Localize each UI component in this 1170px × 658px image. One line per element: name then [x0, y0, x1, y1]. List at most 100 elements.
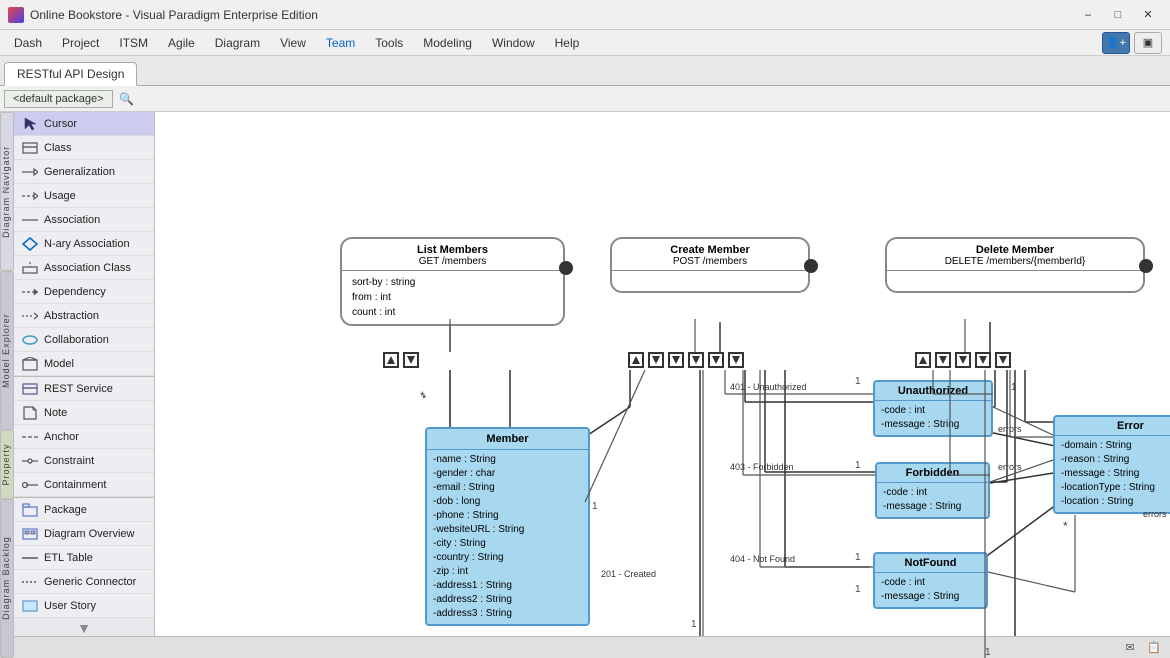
list-members-param-3: count : int: [352, 305, 553, 320]
sidebar-item-usage[interactable]: Usage: [14, 184, 154, 208]
abstraction-icon: [20, 308, 40, 324]
tab-restful-api-design[interactable]: RESTful API Design: [4, 62, 137, 86]
sidebar-section-diagram-backlog[interactable]: Diagram Backlog: [0, 499, 14, 658]
sidebar-section-model-explorer[interactable]: Model Explorer: [0, 271, 14, 430]
port-arrow-down-1: [403, 352, 419, 368]
svg-text:1: 1: [855, 584, 861, 595]
sidebar-item-anchor[interactable]: Anchor: [14, 425, 154, 449]
anchor-icon: [20, 429, 40, 445]
rest-box-delete-member[interactable]: Delete Member DELETE /members/{memberId}: [885, 237, 1145, 293]
svg-text:errors: errors: [998, 462, 1022, 472]
sidebar-item-generalization[interactable]: Generalization: [14, 160, 154, 184]
class-unauthorized[interactable]: Unauthorized -code : int -message : Stri…: [873, 380, 993, 437]
layout-icon-button[interactable]: ▣: [1134, 32, 1162, 54]
notification-icon[interactable]: 📋: [1146, 640, 1162, 656]
list-members-param-2: from : int: [352, 290, 553, 305]
user-icon-button[interactable]: 👤+: [1102, 32, 1130, 54]
mail-icon[interactable]: ✉: [1122, 640, 1138, 656]
svg-text:errors: errors: [998, 424, 1022, 434]
toolbar: <default package> 🔍: [0, 86, 1170, 112]
svg-text:*: *: [422, 393, 427, 405]
constraint-icon: [20, 453, 40, 469]
sidebar-item-etl-table[interactable]: ETL Table: [14, 546, 154, 570]
delete-member-ports: [915, 352, 1011, 368]
menu-diagram[interactable]: Diagram: [205, 33, 270, 53]
n-ary-icon: [20, 236, 40, 252]
sidebar-item-class[interactable]: Class: [14, 136, 154, 160]
sidebar-item-cursor[interactable]: Cursor: [14, 112, 154, 136]
sidebar-item-generic-connector[interactable]: Generic Connector: [14, 570, 154, 594]
rest-service-icon: [20, 381, 40, 397]
svg-connector-overlay: *: [155, 112, 1155, 658]
class-icon: [20, 140, 40, 156]
menu-window[interactable]: Window: [482, 33, 545, 53]
port-arrow-up-2: [628, 352, 644, 368]
sidebar-item-note[interactable]: Note: [14, 401, 154, 425]
association-icon: [20, 212, 40, 228]
diagram-connectors: * 1 1 401 - Unauthorized 1 403 - Forbidd…: [155, 112, 1170, 658]
sidebar-section-diagram-navigator[interactable]: Diagram Navigator: [0, 112, 14, 271]
sidebar-item-abstraction[interactable]: Abstraction: [14, 304, 154, 328]
port-arrow-3d: [975, 352, 991, 368]
sidebar-item-association[interactable]: Association: [14, 208, 154, 232]
canvas-inner: * List Members GET /members sort-by : st…: [155, 112, 1155, 658]
class-error[interactable]: Error -domain : String -reason : String …: [1053, 415, 1170, 514]
menu-modeling[interactable]: Modeling: [413, 33, 482, 53]
sidebar-item-user-story[interactable]: User Story: [14, 594, 154, 618]
port-arrow-3c: [955, 352, 971, 368]
window-title: Online Bookstore - Visual Paradigm Enter…: [30, 8, 1074, 22]
sidebar-item-constraint[interactable]: Constraint: [14, 449, 154, 473]
close-button[interactable]: ✕: [1134, 5, 1162, 25]
sidebar-section-property[interactable]: Property: [0, 430, 14, 500]
menu-help[interactable]: Help: [545, 33, 590, 53]
class-notfound[interactable]: NotFound -code : int -message : String: [873, 552, 988, 609]
sidebar-item-n-ary-association[interactable]: N-ary Association: [14, 232, 154, 256]
port-arrow-2d: [688, 352, 704, 368]
svg-text:*: *: [1063, 519, 1068, 533]
svg-text:403 - Forbidden: 403 - Forbidden: [730, 462, 794, 472]
menu-agile[interactable]: Agile: [158, 33, 205, 53]
menu-dash[interactable]: Dash: [4, 33, 52, 53]
port-arrow-up-3: [915, 352, 931, 368]
sidebar-item-diagram-overview[interactable]: Diagram Overview: [14, 522, 154, 546]
svg-text:1: 1: [691, 619, 697, 630]
sidebar-item-rest-service[interactable]: REST Service: [14, 377, 154, 401]
port-arrow-3e: [995, 352, 1011, 368]
class-member[interactable]: Member -name : String -gender : char -em…: [425, 427, 590, 626]
tab-bar: RESTful API Design: [0, 56, 1170, 86]
note-icon: [20, 405, 40, 421]
menu-itsm[interactable]: ITSM: [109, 33, 158, 53]
svg-text:1: 1: [1011, 382, 1017, 393]
sidebar-item-model[interactable]: Model: [14, 352, 154, 376]
menu-view[interactable]: View: [270, 33, 316, 53]
search-button[interactable]: 🔍: [117, 89, 137, 109]
window-controls: – □ ✕: [1074, 5, 1162, 25]
sidebar-item-association-class[interactable]: Association Class: [14, 256, 154, 280]
sidebar-item-collaboration[interactable]: Collaboration: [14, 328, 154, 352]
menu-project[interactable]: Project: [52, 33, 109, 53]
left-sidebar: Diagram Navigator Model Explorer Propert…: [0, 112, 155, 658]
list-members-method: GET /members: [350, 256, 555, 267]
main-layout: Diagram Navigator Model Explorer Propert…: [0, 112, 1170, 658]
forbidden-class-name: Forbidden: [877, 464, 988, 483]
canvas[interactable]: * List Members GET /members sort-by : st…: [155, 112, 1170, 658]
maximize-button[interactable]: □: [1104, 5, 1132, 25]
class-forbidden[interactable]: Forbidden -code : int -message : String: [875, 462, 990, 519]
sidebar-item-containment[interactable]: Containment: [14, 473, 154, 497]
package-breadcrumb[interactable]: <default package>: [4, 90, 113, 108]
assoc-class-icon: [20, 260, 40, 276]
rest-box-create-member[interactable]: Create Member POST /members: [610, 237, 810, 293]
minimize-button[interactable]: –: [1074, 5, 1102, 25]
sidebar-items-list: Cursor Class Generalization: [14, 112, 154, 658]
status-bar: ✉ 📋: [0, 636, 1170, 658]
menu-tools[interactable]: Tools: [365, 33, 413, 53]
error-class-name: Error: [1055, 417, 1170, 436]
menu-team[interactable]: Team: [316, 33, 365, 53]
rest-box-list-members[interactable]: List Members GET /members sort-by : stri…: [340, 237, 565, 326]
sidebar-item-package[interactable]: Package: [14, 498, 154, 522]
model-icon: [20, 356, 40, 372]
sidebar-item-dependency[interactable]: Dependency: [14, 280, 154, 304]
svg-text:1: 1: [592, 501, 598, 512]
create-member-method: POST /members: [620, 256, 800, 267]
user-story-icon: [20, 598, 40, 614]
